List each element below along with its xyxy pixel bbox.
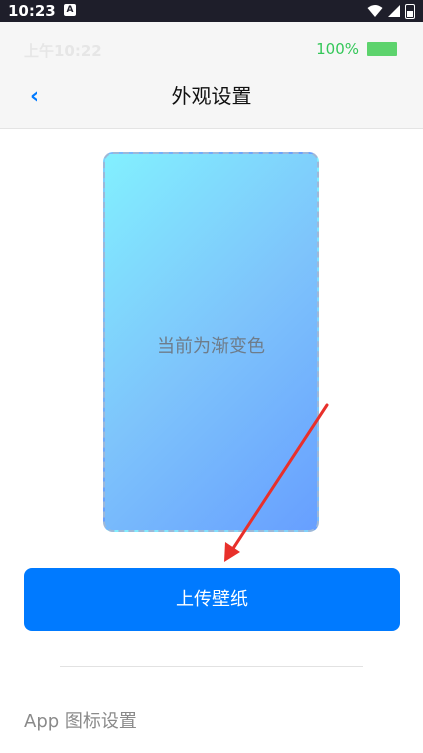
wifi-icon: [367, 5, 383, 17]
signal-icon: [388, 5, 400, 17]
app-clock: 上午10:22: [24, 42, 102, 60]
system-icons: [367, 3, 415, 19]
arrow-head: [224, 542, 240, 562]
system-status-bar: 10:23 A: [0, 0, 423, 22]
system-clock: 10:23: [8, 2, 56, 20]
battery-percent: 100%: [316, 40, 359, 58]
preview-label: 当前为渐变色: [157, 336, 265, 357]
wallpaper-preview: 当前为渐变色: [103, 152, 319, 532]
app-status-bar: 上午10:22 100%: [0, 22, 423, 74]
notification-icon: A: [64, 4, 76, 16]
navigation-bar: ‹ 外观设置: [0, 74, 423, 129]
battery-icon: [405, 3, 415, 19]
page-title: 外观设置: [171, 84, 252, 108]
battery-indicator: [367, 42, 397, 56]
upload-wallpaper-button[interactable]: 上传壁纸: [24, 568, 400, 631]
app-icon-settings-label: App 图标设置: [24, 711, 137, 732]
divider: [60, 666, 363, 667]
